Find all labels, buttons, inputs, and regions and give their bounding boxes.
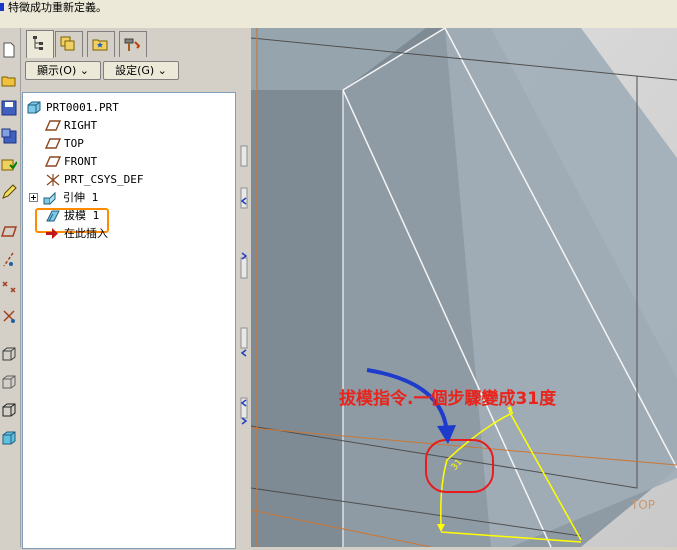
graphics-window[interactable]: 31 拔模指令.一個步驟變成31度 xyxy=(251,28,677,547)
save-icon[interactable] xyxy=(1,100,18,116)
settings-menu-button[interactable]: 設定(G) ⌄ xyxy=(103,61,179,80)
shading-icon[interactable] xyxy=(1,430,18,446)
extrude-icon xyxy=(43,191,56,205)
layers-icon xyxy=(60,36,75,51)
insert-here-icon xyxy=(46,228,58,239)
panel-splitter[interactable] xyxy=(237,28,251,547)
hidden-line-icon[interactable] xyxy=(1,374,18,390)
open-folder-icon[interactable] xyxy=(1,72,18,88)
no-hidden-icon[interactable] xyxy=(1,402,18,418)
favorites-tab[interactable] xyxy=(87,31,115,57)
datum-plane-icon xyxy=(45,138,61,149)
folder-star-icon xyxy=(92,39,108,51)
datum-label-top: TOP xyxy=(631,498,656,512)
tree-item-label: RIGHT xyxy=(64,119,98,132)
tree-item-label: PRT0001.PRT xyxy=(46,101,119,114)
left-toolbar xyxy=(0,28,21,547)
tools-tab[interactable] xyxy=(119,31,147,57)
edit-pencil-icon[interactable] xyxy=(1,184,18,200)
save-copy-icon[interactable] xyxy=(1,128,18,144)
model-tree-tab[interactable] xyxy=(26,30,54,58)
new-file-icon[interactable] xyxy=(1,42,18,58)
hammer-icon xyxy=(124,38,140,51)
tree-item-label: TOP xyxy=(64,137,84,150)
datum-point-display-icon[interactable] xyxy=(1,280,18,296)
tree-item-label: 在此插入 xyxy=(64,227,108,240)
tree-item-label: FRONT xyxy=(64,155,98,168)
show-menu-button[interactable]: 顯示(O) ⌄ xyxy=(25,61,101,80)
expand-plus-icon[interactable] xyxy=(29,193,39,203)
part-icon xyxy=(27,101,41,114)
csys-icon xyxy=(46,174,60,186)
csys-display-icon[interactable] xyxy=(1,308,18,324)
datum-plane-display-icon[interactable] xyxy=(0,224,18,240)
datum-plane-icon xyxy=(45,156,61,167)
wireframe-icon[interactable] xyxy=(1,346,18,362)
datum-plane-icon xyxy=(45,120,61,131)
regenerate-icon[interactable] xyxy=(1,156,18,172)
tree-item-label: PRT_CSYS_DEF xyxy=(64,173,144,186)
layers-tab[interactable] xyxy=(55,31,83,57)
model-tree: PRT0001.PRT RIGHT TOP FRONT PRT_CSYS_DEF… xyxy=(22,92,236,549)
datum-axis-display-icon[interactable] xyxy=(1,252,18,268)
message-bullet-icon xyxy=(0,3,4,11)
annotation-text: 拔模指令.一個步驟變成31度 xyxy=(339,389,557,409)
tree-item-label: 引伸 1 xyxy=(63,191,99,204)
status-message: 特徵成功重新定義。 xyxy=(8,1,107,14)
message-bar: 特徵成功重新定義。 xyxy=(0,0,677,28)
model-tree-icon xyxy=(33,36,43,50)
